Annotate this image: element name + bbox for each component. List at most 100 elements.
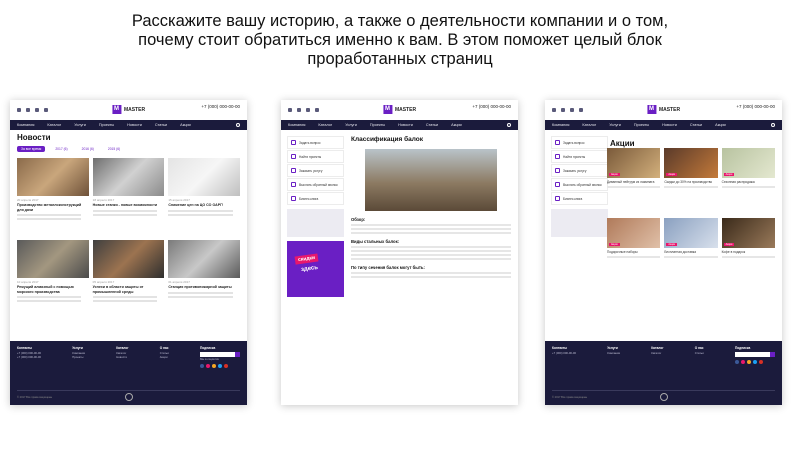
filter-2015[interactable]: 2015 (6)	[104, 146, 124, 152]
promo-card[interactable]: Акция Кофе в подарок	[721, 218, 775, 284]
sidebar-item[interactable]: Выслать обратный звонок	[287, 178, 344, 191]
social-icon[interactable]	[26, 108, 30, 112]
footer-link[interactable]: Проекты	[72, 355, 85, 359]
social-icon[interactable]	[552, 108, 556, 112]
vk-icon[interactable]	[199, 364, 204, 368]
news-title[interactable]: Новые станки - новые возможности	[93, 203, 165, 208]
nav-item[interactable]: Акции	[180, 123, 191, 127]
sidebar-item[interactable]: Задать вопрос	[551, 136, 608, 149]
ok-icon[interactable]	[211, 364, 216, 368]
instagram-icon[interactable]	[205, 364, 210, 368]
social-icon[interactable]	[306, 108, 310, 112]
promo-title[interactable]: Диванный нейтрум из ламината	[607, 180, 660, 184]
map-widget[interactable]	[551, 209, 608, 237]
promo-card[interactable]: Акция Скидки до 30% на производство	[664, 148, 718, 214]
subscribe-button[interactable]	[234, 352, 240, 357]
promo-title[interactable]: Кофе в подарок	[722, 250, 775, 254]
filter-2016[interactable]: 2016 (6)	[78, 146, 98, 152]
nav-item[interactable]: Новости	[127, 123, 142, 127]
sidebar-item[interactable]: Бизнес-книга	[287, 192, 344, 205]
nav-item[interactable]: Статьи	[155, 123, 167, 127]
nav-item[interactable]: Статьи	[426, 123, 438, 127]
nav-item[interactable]: Акции	[715, 123, 726, 127]
filter-all[interactable]: За все время	[17, 146, 46, 152]
social-icon[interactable]	[35, 108, 39, 112]
subscribe-button[interactable]	[769, 352, 775, 357]
twitter-icon[interactable]	[217, 364, 222, 368]
developer-logo-icon[interactable]	[124, 393, 133, 401]
nav-item[interactable]: Компания	[552, 123, 569, 127]
social-icon[interactable]	[561, 108, 565, 112]
footer-link[interactable]: Акции	[160, 355, 169, 359]
filter-2017[interactable]: 2017 (6)	[51, 146, 71, 152]
search-icon[interactable]	[507, 123, 511, 127]
promo-card[interactable]: Акция Сезонная распродажа	[721, 148, 775, 214]
sidebar-item[interactable]: Найти проекты	[551, 150, 608, 163]
nav-item[interactable]: Каталог	[318, 123, 332, 127]
nav-item[interactable]: Новости	[662, 123, 677, 127]
news-card[interactable]: 15 апреля 2017 Снижение цен на ЦО СО ОАРГ…	[168, 158, 240, 236]
promo-card[interactable]: Акция Диванный нейтрум из ламината	[607, 148, 661, 214]
social-icon[interactable]	[579, 108, 583, 112]
news-title[interactable]: Режущий алмазный с помощью морского прои…	[17, 285, 89, 294]
news-card[interactable]: 20 апреля 2017 Производство металлоконстр…	[17, 158, 89, 236]
footer-phone[interactable]: +7 (000) 000-00-00	[17, 355, 41, 359]
social-icon[interactable]	[570, 108, 574, 112]
promo-card[interactable]: Акция Бесплатная доставка	[664, 218, 718, 284]
youtube-icon[interactable]	[758, 360, 763, 364]
footer-link[interactable]: Каталог	[651, 351, 663, 355]
footer-phone[interactable]: +7 (000) 000-00-00	[552, 351, 576, 355]
nav-item[interactable]: Компания	[17, 123, 34, 127]
twitter-icon[interactable]	[752, 360, 757, 364]
promo-title[interactable]: Сезонная распродажа	[722, 180, 775, 184]
news-card[interactable]: 10 апреля 2017 Режущий алмазный с помощью…	[17, 240, 89, 318]
phone-number[interactable]: +7 (000) 000-00-00	[472, 104, 511, 110]
nav-item[interactable]: Компания	[288, 123, 305, 127]
news-title[interactable]: Станция противопожарной защиты	[168, 285, 240, 290]
footer-link[interactable]: Новости	[116, 355, 128, 359]
ok-icon[interactable]	[746, 360, 751, 364]
vk-icon[interactable]	[734, 360, 739, 364]
logo[interactable]: M MASTER	[382, 105, 416, 114]
logo[interactable]: M MASTER	[646, 105, 680, 114]
nav-item[interactable]: Проекты	[634, 123, 649, 127]
nav-item[interactable]: Услуги	[609, 123, 621, 127]
social-icon[interactable]	[297, 108, 301, 112]
instagram-icon[interactable]	[740, 360, 745, 364]
promo-title[interactable]: Бесплатная доставка	[664, 250, 717, 254]
footer-link[interactable]: Компания	[607, 351, 620, 355]
phone-number[interactable]: +7 (000) 000-00-00	[736, 104, 775, 110]
sidebar-item[interactable]: Заказать услугу	[551, 164, 608, 177]
nav-item[interactable]: Проекты	[370, 123, 385, 127]
nav-item[interactable]: Услуги	[74, 123, 86, 127]
social-icon[interactable]	[315, 108, 319, 112]
social-icon[interactable]	[44, 108, 48, 112]
nav-item[interactable]: Новости	[398, 123, 413, 127]
subscribe-input[interactable]	[734, 352, 770, 357]
news-title[interactable]: Снижение цен на ЦО СО ОАРГ!	[168, 203, 240, 208]
nav-item[interactable]: Акции	[451, 123, 462, 127]
sidebar-item[interactable]: Бизнес-книга	[551, 192, 608, 205]
search-icon[interactable]	[236, 123, 240, 127]
promo-card[interactable]: Акция Подарочные наборы	[607, 218, 661, 284]
search-icon[interactable]	[771, 123, 775, 127]
subscribe-form[interactable]	[734, 352, 775, 357]
nav-item[interactable]: Статьи	[690, 123, 702, 127]
sidebar-item[interactable]: Задать вопрос	[287, 136, 344, 149]
logo[interactable]: M MASTER	[111, 105, 145, 114]
map-widget[interactable]	[287, 209, 344, 237]
phone-number[interactable]: +7 (000) 000-00-00	[201, 104, 240, 110]
promo-banner[interactable]: скидки здесь	[287, 241, 344, 297]
news-card[interactable]: 18 апреля 2017 Новые станки - новые возмо…	[92, 158, 165, 236]
nav-item[interactable]: Каталог	[582, 123, 596, 127]
youtube-icon[interactable]	[223, 364, 228, 368]
promo-title[interactable]: Подарочные наборы	[607, 250, 660, 254]
footer-link[interactable]: Статьи	[695, 351, 704, 355]
promo-title[interactable]: Скидки до 30% на производство	[664, 180, 717, 184]
nav-item[interactable]: Услуги	[345, 123, 357, 127]
social-icon[interactable]	[288, 108, 292, 112]
news-card[interactable]: 01 апреля 2017 Станция противопожарной за…	[168, 240, 240, 318]
sidebar-item[interactable]: Заказать услугу	[287, 164, 344, 177]
sidebar-item[interactable]: Найти проекты	[287, 150, 344, 163]
nav-item[interactable]: Проекты	[99, 123, 114, 127]
